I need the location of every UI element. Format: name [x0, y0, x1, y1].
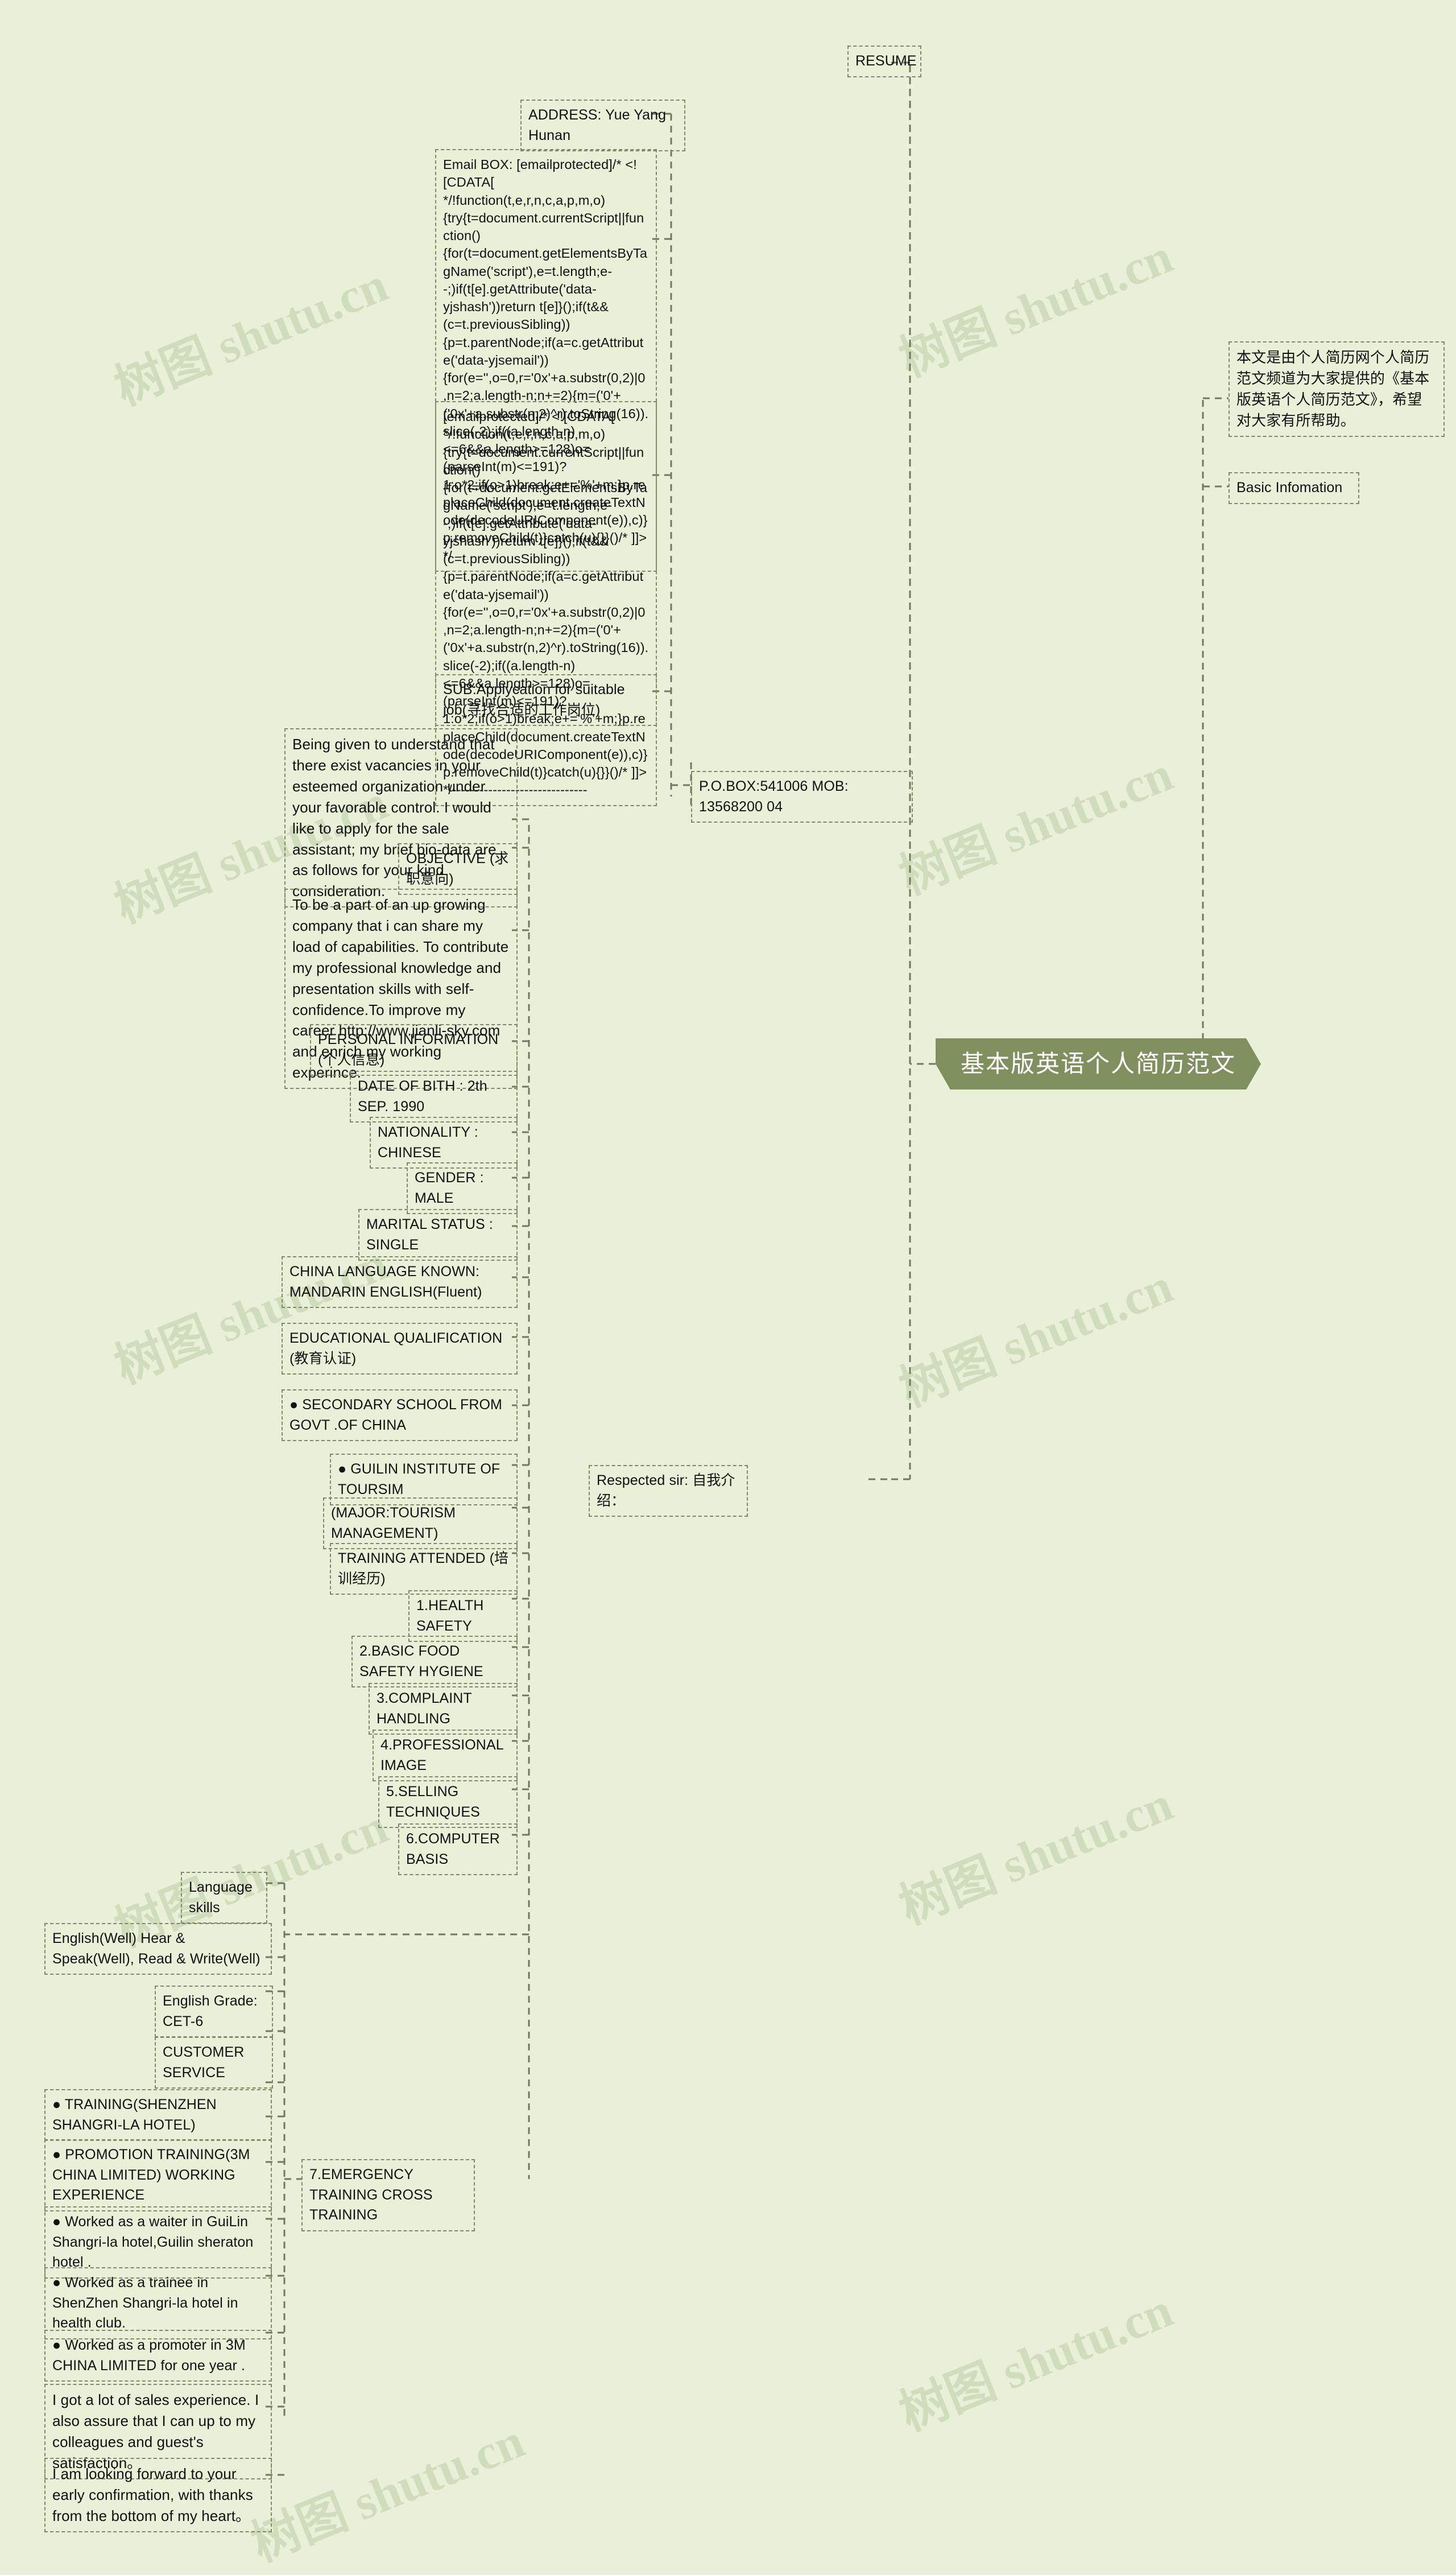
watermark: 树图 shutu.cn [892, 2282, 1180, 2441]
node-education-item[interactable]: (MAJOR:TOURISM MANAGEMENT) [323, 1497, 518, 1549]
node-training-item[interactable]: 5.SELLING TECHNIQUES [378, 1776, 518, 1828]
node-educational-qualification-label[interactable]: EDUCATIONAL QUALIFICATION (教育认证) [282, 1323, 518, 1375]
node-training-item[interactable]: 3.COMPLAINT HANDLING [369, 1683, 518, 1735]
watermark: 树图 shutu.cn [892, 1776, 1180, 1935]
node-respected-sir[interactable]: Respected sir: 自我介绍： [589, 1465, 748, 1517]
node-experience-item[interactable]: ● Worked as a trainee in ShenZhen Shangr… [44, 2267, 272, 2339]
mindmap-canvas: 树图 shutu.cn 树图 shutu.cn 树图 shutu.cn 树图 s… [0, 0, 1456, 2572]
node-training-item[interactable]: 7.EMERGENCY TRAINING CROSS TRAINING [301, 2159, 475, 2231]
watermark: 树图 shutu.cn [243, 2413, 532, 2572]
node-experience-item[interactable]: I am looking forward to your early confi… [44, 2458, 272, 2532]
node-basic-information[interactable]: Basic Infomation [1228, 472, 1359, 504]
node-pobox[interactable]: P.O.BOX:541006 MOB: 13568200 04 [691, 771, 913, 823]
node-address[interactable]: ADDRESS: Yue Yang Hunan [520, 100, 685, 151]
node-personal-info-item[interactable]: NATIONALITY : CHINESE [370, 1117, 518, 1169]
node-intro-paragraph[interactable]: 本文是由个人简历网个人简历范文频道为大家提供的《基本版英语个人简历范文》，希望对… [1228, 341, 1445, 437]
node-education-item[interactable]: ● SECONDARY SCHOOL FROM GOVT .OF CHINA [282, 1389, 518, 1441]
node-objective-label[interactable]: OBJECTIVE (求职意向) [398, 843, 518, 895]
node-subject[interactable]: SUB:Applycation for suitable job(寻找合适的工作… [435, 674, 657, 726]
node-personal-info-item[interactable]: MARITAL STATUS : SINGLE [358, 1209, 518, 1261]
node-personal-info-item[interactable]: CHINA LANGUAGE KNOWN: MANDARIN ENGLISH(F… [282, 1256, 518, 1308]
node-experience-item[interactable]: ● Worked as a promoter in 3M CHINA LIMIT… [44, 2330, 272, 2382]
node-personal-info-item[interactable]: DATE OF BITH : 2th SEP. 1990 [350, 1071, 518, 1123]
node-training-item[interactable]: 6.COMPUTER BASIS [398, 1823, 518, 1875]
node-language-skill-item[interactable]: CUSTOMER SERVICE [155, 2037, 273, 2089]
node-personal-info-item[interactable]: GENDER : MALE [407, 1162, 518, 1214]
node-training-item[interactable]: 1.HEALTH SAFETY [408, 1590, 518, 1642]
node-training-item[interactable]: 2.BASIC FOOD SAFETY HYGIENE [351, 1636, 518, 1687]
watermark: 树图 shutu.cn [892, 746, 1180, 905]
node-experience-item[interactable]: ● TRAINING(SHENZHEN SHANGRI-LA HOTEL) [44, 2089, 272, 2141]
watermark: 树图 shutu.cn [892, 1258, 1180, 1417]
watermark: 树图 shutu.cn [892, 228, 1180, 387]
node-personal-information-label[interactable]: PERSONAL INFORMATION (个人信息) [310, 1024, 518, 1076]
node-experience-item[interactable]: ● PROMOTION TRAINING(3M CHINA LIMITED) W… [44, 2139, 272, 2211]
watermark: 树图 shutu.cn [107, 257, 395, 416]
node-training-attended-label[interactable]: TRAINING ATTENDED (培训经历) [330, 1543, 518, 1595]
node-resume[interactable]: RESUME [847, 46, 921, 77]
node-language-skill-item[interactable]: English(Well) Hear & Speak(Well), Read &… [44, 1923, 272, 1975]
node-training-item[interactable]: 4.PROFESSIONAL IMAGE [373, 1730, 518, 1781]
node-language-skill-item[interactable]: English Grade: CET-6 [155, 1986, 273, 2037]
root-node[interactable]: 基本版英语个人简历范文 [936, 1038, 1261, 1090]
node-language-skills-label[interactable]: Language skills [181, 1872, 267, 1924]
